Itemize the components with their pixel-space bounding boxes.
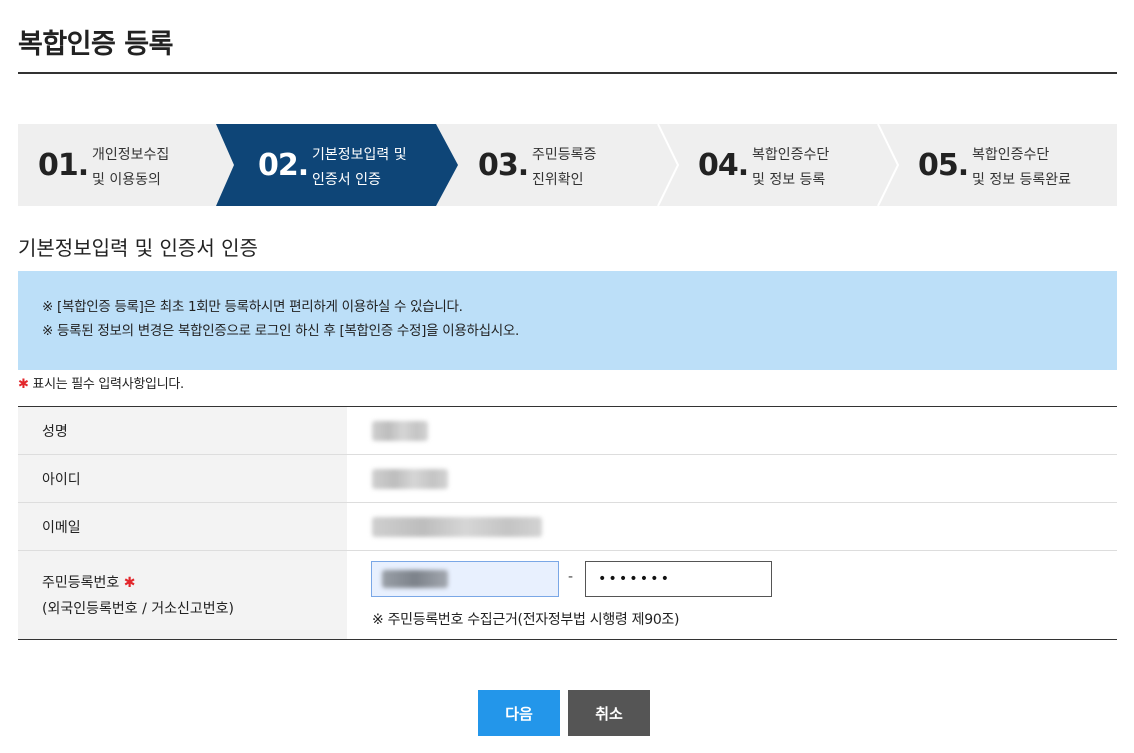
step-number: 01. [38,148,89,183]
step-5: 05. 복합인증수단 및 정보 등록완료 [898,124,1118,206]
step-3: 03. 주민등록증 진위확인 [458,124,678,206]
step-1: 01. 개인정보수집 및 이용동의 [18,124,238,206]
table-row: 성명 [18,407,1117,455]
step-number: 03. [478,148,529,183]
id-label: 아이디 [18,455,347,502]
required-star-icon: ✱ [18,377,29,392]
table-row: 주민등록번호 ✱ (외국인등록번호 / 거소신고번호) - ••••••• ※ … [18,551,1117,639]
rrn-front-value-redacted [382,570,448,588]
step-number: 02. [258,148,309,183]
section-title: 기본정보입력 및 인증서 인증 [18,236,258,260]
rrn-front-input[interactable] [371,561,559,597]
cancel-button[interactable]: 취소 [568,690,650,736]
progress-steps: 01. 개인정보수집 및 이용동의 02. 기본정보입력 및 인증서 인증 03. … [18,124,1117,206]
step-label: 복합인증수단 및 정보 등록 [752,147,830,188]
info-form-table: 성명 아이디 이메일 주민등록번호 ✱ (외국인등록번호 / 거소신고번호) -… [18,406,1117,640]
rrn-back-input[interactable]: ••••••• [585,561,772,597]
step-label: 개인정보수집 및 이용동의 [92,147,170,188]
table-row: 이메일 [18,503,1117,551]
step-4: 04. 복합인증수단 및 정보 등록 [678,124,898,206]
title-divider [18,72,1117,74]
email-label: 이메일 [18,503,347,550]
table-row: 아이디 [18,455,1117,503]
email-value-redacted [372,516,542,537]
step-label: 주민등록증 진위확인 [532,147,597,188]
step-2: 02. 기본정보입력 및 인증서 인증 [238,124,458,206]
step-label: 기본정보입력 및 인증서 인증 [312,147,407,188]
name-value-redacted [372,420,428,441]
step-label: 복합인증수단 및 정보 등록완료 [972,147,1072,188]
next-button[interactable]: 다음 [478,690,560,736]
required-note: ✱ 표시는 필수 입력사항입니다. [18,377,184,392]
step-number: 05. [918,148,969,183]
notice-box: ※ [복합인증 등록]은 최초 1회만 등록하시면 편리하게 이용하실 수 있습… [18,271,1117,370]
notice-line: ※ 등록된 정보의 변경은 복합인증으로 로그인 하신 후 [복합인증 수정]을… [42,323,519,339]
notice-line: ※ [복합인증 등록]은 최초 1회만 등록하시면 편리하게 이용하실 수 있습… [42,299,463,315]
id-value-redacted [372,468,448,489]
page-title: 복합인증 등록 [18,29,173,60]
rrn-collection-basis: ※ 주민등록번호 수집근거(전자정부법 시행령 제90조) [372,612,680,628]
rrn-dash: - [568,569,574,585]
step-number: 04. [698,148,749,183]
name-label: 성명 [18,407,347,454]
